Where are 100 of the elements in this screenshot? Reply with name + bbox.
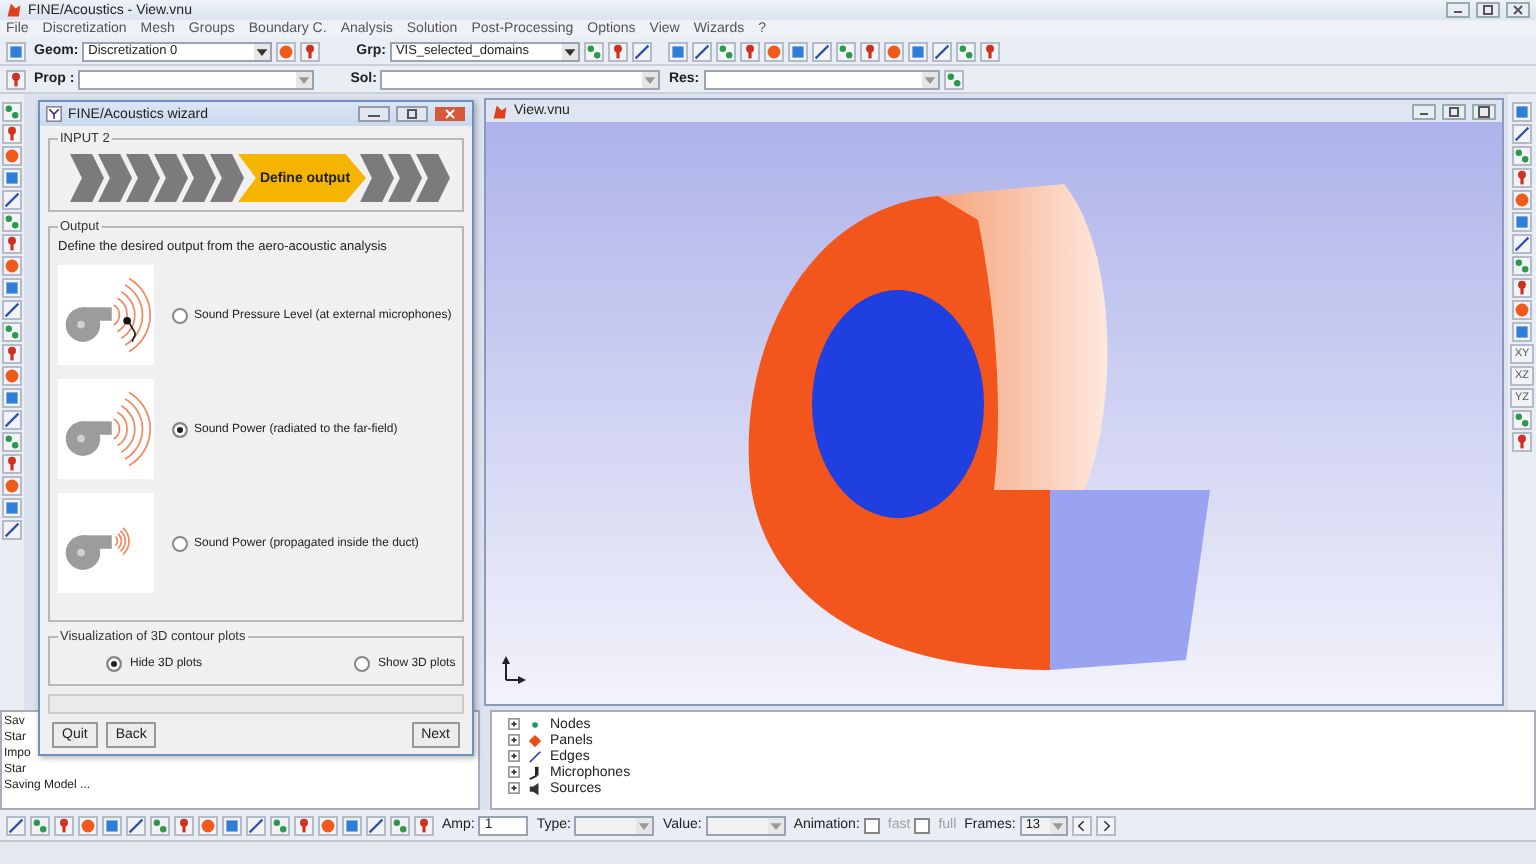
- line-icon[interactable]: [366, 815, 386, 835]
- blob-icon[interactable]: [2, 366, 22, 386]
- minimize-icon[interactable]: [1446, 2, 1470, 18]
- dots-icon[interactable]: [2, 432, 22, 452]
- plus-icon[interactable]: [508, 734, 520, 746]
- previous-icon[interactable]: [1071, 815, 1092, 835]
- dots-icon[interactable]: [1512, 410, 1532, 430]
- cube-icon[interactable]: [2, 498, 22, 518]
- cube-icon[interactable]: [102, 815, 122, 835]
- pin-icon[interactable]: [607, 41, 628, 61]
- pin-icon[interactable]: [2, 454, 22, 474]
- cube-icon[interactable]: [667, 41, 688, 61]
- radio-button[interactable]: [354, 656, 371, 672]
- cube-icon[interactable]: [907, 41, 928, 61]
- blob-icon[interactable]: [1512, 300, 1532, 320]
- cube-icon[interactable]: [787, 41, 808, 61]
- maximize-icon[interactable]: [1472, 103, 1496, 119]
- pin-icon[interactable]: [1512, 278, 1532, 298]
- blob-icon[interactable]: [198, 815, 218, 835]
- cube-icon[interactable]: [1512, 102, 1532, 122]
- line-icon[interactable]: [931, 41, 952, 61]
- dots-icon[interactable]: [955, 41, 976, 61]
- blob-icon[interactable]: [318, 815, 338, 835]
- plus-icon[interactable]: [508, 718, 520, 730]
- dots-icon[interactable]: [30, 815, 50, 835]
- dots-icon[interactable]: [390, 815, 410, 835]
- restore-icon[interactable]: [396, 106, 428, 122]
- line-icon[interactable]: [1512, 124, 1532, 144]
- pin-icon[interactable]: [414, 815, 434, 835]
- cube-icon[interactable]: [2, 388, 22, 408]
- dots-icon[interactable]: [1512, 146, 1532, 166]
- radio-button[interactable]: [172, 421, 188, 437]
- radio-button[interactable]: [106, 656, 122, 672]
- minimize-icon[interactable]: [358, 106, 390, 122]
- dots-icon[interactable]: [150, 815, 170, 835]
- line-icon[interactable]: [246, 815, 266, 835]
- line-icon[interactable]: [2, 190, 22, 210]
- blob-icon[interactable]: [763, 41, 784, 61]
- blob-icon[interactable]: [2, 256, 22, 276]
- minimize-icon[interactable]: [1412, 103, 1436, 119]
- pin-icon[interactable]: [6, 69, 26, 89]
- line-icon[interactable]: [2, 520, 22, 540]
- line-icon[interactable]: [691, 41, 712, 61]
- cube-icon[interactable]: [2, 168, 22, 188]
- close-icon[interactable]: [1506, 2, 1530, 18]
- pin-icon[interactable]: [294, 815, 314, 835]
- radio-button[interactable]: [172, 307, 188, 323]
- pin-icon[interactable]: [2, 124, 22, 144]
- value-dropdown[interactable]: [705, 815, 786, 835]
- blob-icon[interactable]: [78, 815, 98, 835]
- pin-icon[interactable]: [859, 41, 880, 61]
- dots-icon[interactable]: [835, 41, 856, 61]
- dots-icon[interactable]: [270, 815, 290, 835]
- dots-icon[interactable]: [2, 212, 22, 232]
- blob-icon[interactable]: [1512, 190, 1532, 210]
- dots-icon[interactable]: [943, 69, 964, 89]
- pin-icon[interactable]: [739, 41, 760, 61]
- fan-sound-drawing: [58, 374, 154, 484]
- blob-icon[interactable]: [883, 41, 904, 61]
- cube-icon[interactable]: [1512, 212, 1532, 232]
- caret-icon: [296, 71, 313, 87]
- microphone-icon: [528, 765, 542, 779]
- close-icon[interactable]: [434, 106, 466, 122]
- radio-button[interactable]: [172, 535, 188, 551]
- blob-icon[interactable]: [2, 146, 22, 166]
- dots-icon[interactable]: [583, 41, 604, 61]
- pin-icon[interactable]: [1512, 168, 1532, 188]
- plus-icon[interactable]: [508, 750, 520, 762]
- pin-icon[interactable]: [174, 815, 194, 835]
- pin-icon[interactable]: [300, 41, 321, 61]
- next-icon[interactable]: [1095, 815, 1116, 835]
- pin-icon[interactable]: [2, 344, 22, 364]
- pin-icon[interactable]: [1512, 432, 1532, 452]
- pin-icon[interactable]: [54, 815, 74, 835]
- line-icon[interactable]: [631, 41, 652, 61]
- line-icon[interactable]: [2, 410, 22, 430]
- cube-icon[interactable]: [2, 278, 22, 298]
- plus-icon[interactable]: [508, 782, 520, 794]
- blob-icon[interactable]: [2, 476, 22, 496]
- plus-icon[interactable]: [508, 766, 520, 778]
- line-icon[interactable]: [811, 41, 832, 61]
- dots-icon[interactable]: [715, 41, 736, 61]
- pin-icon[interactable]: [979, 41, 1000, 61]
- cube-icon[interactable]: [6, 41, 26, 61]
- blob-icon[interactable]: [276, 41, 297, 61]
- line-icon[interactable]: [6, 815, 26, 835]
- line-icon[interactable]: [2, 300, 22, 320]
- line-icon[interactable]: [126, 815, 146, 835]
- line-icon[interactable]: [1512, 234, 1532, 254]
- restore-icon[interactable]: [1476, 2, 1500, 18]
- pin-icon[interactable]: [2, 234, 22, 254]
- dots-icon[interactable]: [1512, 256, 1532, 276]
- dots-icon[interactable]: [2, 102, 22, 122]
- type-dropdown[interactable]: [574, 815, 655, 835]
- cube-icon[interactable]: [342, 815, 362, 835]
- property-dropdown[interactable]: [78, 69, 315, 89]
- cube-icon[interactable]: [222, 815, 242, 835]
- restore-icon[interactable]: [1442, 103, 1466, 119]
- dots-icon[interactable]: [2, 322, 22, 342]
- cube-icon[interactable]: [1512, 322, 1532, 342]
